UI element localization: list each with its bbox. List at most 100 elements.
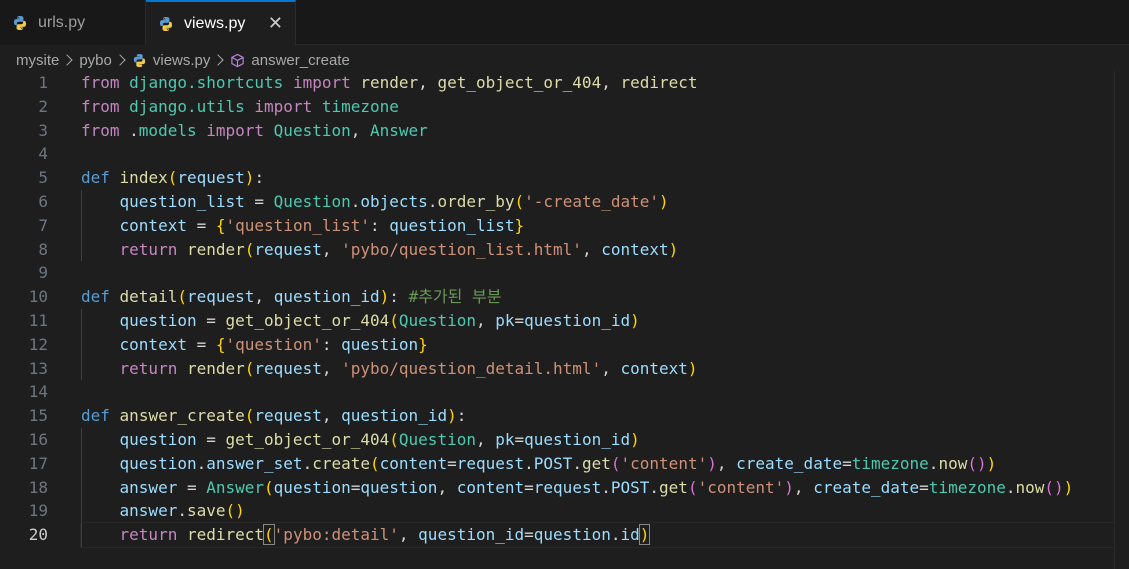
line-number: 5 — [38, 168, 48, 188]
token-variable: question — [533, 525, 611, 545]
token-variable: context — [620, 358, 688, 378]
code-text: from django.utils import timezone — [81, 95, 1129, 119]
python-icon — [14, 15, 26, 30]
breadcrumb-item-views-py[interactable]: views.py — [153, 52, 211, 69]
token-variable: request — [254, 406, 322, 426]
code-line[interactable]: 8 return render(request, 'pybo/question_… — [0, 237, 1129, 262]
code-text: answer.save() — [81, 499, 1129, 523]
token-text: = — [514, 429, 525, 449]
line-number: 1 — [38, 73, 48, 92]
code-line[interactable]: 17 question.answer_set.create(content=re… — [0, 451, 1129, 476]
code-line[interactable]: 11 question = get_object_or_404(Question… — [0, 308, 1129, 333]
token-bracket: ( — [389, 429, 399, 449]
code-line[interactable]: 6 question_list = Question.objects.order… — [0, 189, 1129, 214]
token-variable: question — [119, 310, 197, 330]
code-line[interactable]: 7 context = {'question_list': question_l… — [0, 213, 1129, 238]
token-bracket: ( — [244, 406, 255, 426]
code-line[interactable]: 2 from django.utils import timezone — [0, 95, 1129, 119]
code-editor[interactable]: 1 from django.shortcuts import render, ge… — [0, 71, 1129, 548]
token-text: = — [514, 310, 525, 330]
token-variable: question_id — [418, 525, 525, 545]
token-class-name: timezone — [851, 453, 929, 473]
token-function-name: get — [581, 453, 611, 473]
token-bracket: ( — [687, 477, 698, 497]
code-line[interactable]: 3 from .models import Question, Answer — [0, 119, 1129, 143]
breadcrumb-item-pybo[interactable]: pybo — [79, 52, 112, 69]
token-class-name: django.utils — [129, 96, 245, 116]
chevron-right-icon — [61, 54, 74, 66]
code-line[interactable]: 12 context = {'question': question} — [0, 332, 1129, 357]
token-text: : — [254, 168, 265, 188]
tab-label: views.py — [184, 15, 246, 32]
line-number: 6 — [38, 191, 48, 211]
token-class-name: Question — [398, 310, 476, 330]
code-line[interactable]: 19 answer.save() — [0, 499, 1129, 524]
editor-tab-bar: urls.py views.py ✕ — [0, 0, 1129, 46]
token-def-keyword: def — [81, 406, 110, 426]
token-text: = — [842, 453, 852, 473]
close-icon[interactable]: ✕ — [268, 14, 283, 32]
token-text: . — [119, 120, 139, 140]
code-line[interactable]: 14 — [0, 380, 1129, 404]
token-text: = — [196, 310, 226, 330]
token-text: , — [475, 429, 496, 449]
token-function-name: detail — [119, 287, 178, 307]
code-line[interactable]: 20 return redirect('pybo:detail', questi… — [0, 522, 1129, 548]
token-text: . — [524, 453, 534, 473]
tab-urls-py[interactable]: urls.py — [0, 0, 146, 45]
token-keyword: from — [81, 96, 120, 116]
breadcrumb-item-answer-create[interactable]: answer_create — [251, 52, 349, 69]
code-line[interactable]: 13 return render(request, 'pybo/question… — [0, 356, 1129, 381]
token-variable: pk — [495, 429, 515, 449]
code-line[interactable]: 15 def answer_create(request, question_id… — [0, 404, 1129, 428]
line-number: 20 — [28, 525, 48, 545]
token-bracket: ) — [630, 310, 640, 330]
code-line[interactable]: 18 answer = Answer(question=question, co… — [0, 475, 1129, 500]
token-function-name: index — [119, 168, 168, 188]
token-bracket: { — [215, 215, 226, 235]
code-line[interactable]: 4 — [0, 142, 1129, 166]
token-variable: create_date — [736, 453, 843, 473]
line-number: 19 — [28, 501, 48, 521]
token-variable: question_id — [273, 287, 380, 307]
token-text: . — [1005, 477, 1016, 497]
line-number: 7 — [38, 215, 48, 235]
token-string-literal: 'pybo/question_list.html' — [341, 239, 582, 259]
code-line[interactable]: 9 — [0, 261, 1129, 285]
token-variable: answer — [119, 477, 178, 497]
token-text: , — [321, 406, 342, 426]
token-string-literal: '-create_date' — [524, 191, 660, 211]
token-function-name: render — [360, 73, 419, 92]
breadcrumb-item-mysite[interactable]: mysite — [16, 52, 59, 69]
token-bracket: () — [967, 453, 987, 473]
token-text: = — [919, 477, 929, 497]
tab-views-py[interactable]: views.py ✕ — [146, 0, 296, 46]
code-line[interactable]: 10 def detail(request, question_id): #추가된… — [0, 285, 1129, 309]
chevron-right-icon — [114, 54, 126, 66]
token-function-name: redirect — [620, 73, 698, 92]
vertical-scrollbar[interactable] — [1114, 71, 1129, 569]
code-line[interactable]: 1 from django.shortcuts import render, ge… — [0, 71, 1129, 95]
token-variable: question — [360, 477, 438, 497]
code-text: def index(request): — [81, 166, 1129, 190]
token-text: , — [254, 287, 274, 307]
token-bracket: } — [418, 334, 428, 354]
token-text: = — [524, 525, 534, 545]
python-icon — [133, 53, 145, 67]
token-variable: content — [456, 477, 525, 497]
token-bracket: ) — [668, 239, 679, 259]
token-text: : — [389, 287, 409, 307]
code-line[interactable]: 16 question = get_object_or_404(Question… — [0, 427, 1129, 452]
token-text: = — [244, 191, 274, 211]
code-line[interactable]: 5 def index(request): — [0, 166, 1129, 190]
line-number: 8 — [38, 239, 48, 259]
token-variable: objects — [360, 191, 428, 211]
token-text: , — [581, 239, 602, 259]
token-bracket: { — [215, 334, 226, 354]
